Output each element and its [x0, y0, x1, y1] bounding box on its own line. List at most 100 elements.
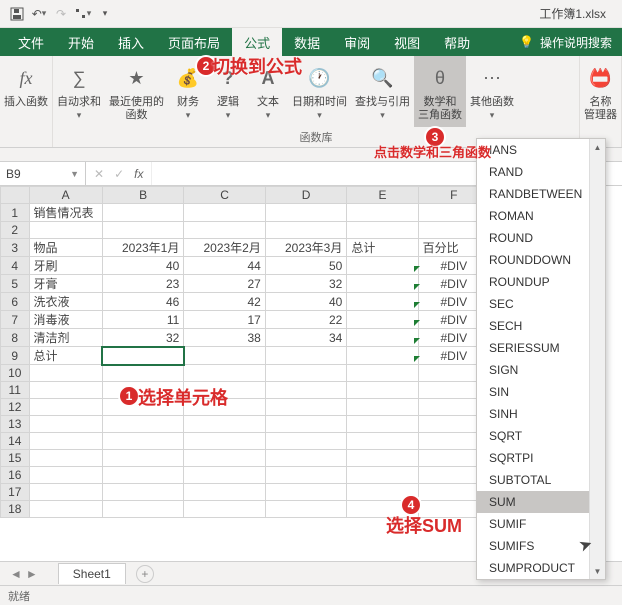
row-header[interactable]: 2: [1, 222, 30, 239]
cancel-icon[interactable]: ✕: [94, 167, 104, 181]
row-header[interactable]: 14: [1, 433, 30, 450]
row-header[interactable]: 6: [1, 293, 30, 311]
cell[interactable]: [347, 204, 418, 222]
cell[interactable]: 40: [265, 293, 347, 311]
cell[interactable]: [265, 365, 347, 382]
dropdown-scrollbar[interactable]: ▲ ▼: [589, 139, 605, 579]
sheet-tab[interactable]: Sheet1: [58, 563, 126, 584]
cell[interactable]: [184, 365, 266, 382]
cell[interactable]: [29, 433, 102, 450]
cell[interactable]: 消毒液: [29, 311, 102, 329]
dropdown-item-sin[interactable]: SIN: [477, 381, 605, 403]
row-header[interactable]: 9: [1, 347, 30, 365]
dropdown-item-rounddown[interactable]: ROUNDDOWN: [477, 249, 605, 271]
save-icon[interactable]: [6, 3, 28, 25]
cell[interactable]: [265, 204, 347, 222]
cell[interactable]: [184, 222, 266, 239]
cell[interactable]: [184, 484, 266, 501]
scroll-up-icon[interactable]: ▲: [590, 139, 605, 155]
cell[interactable]: [102, 204, 184, 222]
cell[interactable]: [347, 222, 418, 239]
cell[interactable]: [102, 433, 184, 450]
cell[interactable]: 2023年2月: [184, 239, 266, 257]
cell[interactable]: 17: [184, 311, 266, 329]
row-header[interactable]: 8: [1, 329, 30, 347]
cell[interactable]: [29, 484, 102, 501]
tab-review[interactable]: 审阅: [332, 28, 382, 56]
dropdown-item-randbetween[interactable]: RANDBETWEEN: [477, 183, 605, 205]
col-header-e[interactable]: E: [347, 187, 418, 204]
cell[interactable]: 50: [265, 257, 347, 275]
name-box[interactable]: B9▼: [0, 162, 86, 185]
cell[interactable]: 38: [184, 329, 266, 347]
cell[interactable]: 11: [102, 311, 184, 329]
row-header[interactable]: 13: [1, 416, 30, 433]
cell[interactable]: [347, 399, 418, 416]
undo-icon[interactable]: ↶▾: [28, 3, 50, 25]
row-header[interactable]: 1: [1, 204, 30, 222]
row-header[interactable]: 16: [1, 467, 30, 484]
sheet-prev-icon[interactable]: ◄: [10, 567, 22, 581]
cell[interactable]: [265, 382, 347, 399]
sheet-next-icon[interactable]: ►: [26, 567, 38, 581]
row-header[interactable]: 15: [1, 450, 30, 467]
cell[interactable]: [102, 484, 184, 501]
cell[interactable]: [265, 416, 347, 433]
cell[interactable]: 2023年1月: [102, 239, 184, 257]
tab-view[interactable]: 视图: [382, 28, 432, 56]
dropdown-item-sech[interactable]: SECH: [477, 315, 605, 337]
cell[interactable]: [347, 293, 418, 311]
cell[interactable]: [184, 416, 266, 433]
cell[interactable]: [347, 347, 418, 365]
cell[interactable]: [347, 365, 418, 382]
insert-function-button[interactable]: fx 插入函数: [0, 56, 52, 147]
add-sheet-button[interactable]: +: [136, 565, 154, 583]
recent-button[interactable]: ★最近使用的 函数: [105, 56, 168, 127]
select-all-corner[interactable]: [1, 187, 30, 204]
cell[interactable]: 40: [102, 257, 184, 275]
col-header-b[interactable]: B: [102, 187, 184, 204]
cell[interactable]: [102, 416, 184, 433]
tab-help[interactable]: 帮助: [432, 28, 482, 56]
cell[interactable]: [347, 433, 418, 450]
tab-insert[interactable]: 插入: [106, 28, 156, 56]
row-header[interactable]: 7: [1, 311, 30, 329]
cell[interactable]: 46: [102, 293, 184, 311]
dropdown-item-ians[interactable]: IANS: [477, 139, 605, 161]
row-header[interactable]: 4: [1, 257, 30, 275]
cell[interactable]: [29, 416, 102, 433]
cell[interactable]: [29, 382, 102, 399]
dropdown-item-sumif[interactable]: SUMIF: [477, 513, 605, 535]
dropdown-item-sign[interactable]: SIGN: [477, 359, 605, 381]
cell[interactable]: [102, 467, 184, 484]
cell[interactable]: [102, 222, 184, 239]
dropdown-item-sinh[interactable]: SINH: [477, 403, 605, 425]
row-header[interactable]: 17: [1, 484, 30, 501]
dropdown-item-rand[interactable]: RAND: [477, 161, 605, 183]
col-header-a[interactable]: A: [29, 187, 102, 204]
cell[interactable]: 牙刷: [29, 257, 102, 275]
cell[interactable]: [265, 347, 347, 365]
dropdown-item-seriessum[interactable]: SERIESSUM: [477, 337, 605, 359]
cell[interactable]: [265, 501, 347, 518]
cell[interactable]: [265, 450, 347, 467]
cell[interactable]: 总计: [29, 347, 102, 365]
lookup-button[interactable]: 🔍查找与引用▾: [351, 56, 414, 127]
dropdown-item-sqrt[interactable]: SQRT: [477, 425, 605, 447]
col-header-c[interactable]: C: [184, 187, 266, 204]
dropdown-item-sum[interactable]: SUM: [477, 491, 605, 513]
cell[interactable]: 44: [184, 257, 266, 275]
cell-selected[interactable]: [102, 347, 184, 365]
dropdown-item-sqrtpi[interactable]: SQRTPI: [477, 447, 605, 469]
cell[interactable]: 2023年3月: [265, 239, 347, 257]
cell[interactable]: [347, 257, 418, 275]
tab-file[interactable]: 文件: [6, 28, 56, 56]
dropdown-item-subtotal[interactable]: SUBTOTAL: [477, 469, 605, 491]
cell[interactable]: 牙膏: [29, 275, 102, 293]
qat-more-icon[interactable]: ▾: [94, 3, 116, 25]
sheet-nav[interactable]: ◄►: [10, 567, 38, 581]
cell[interactable]: [29, 222, 102, 239]
dropdown-item-roman[interactable]: ROMAN: [477, 205, 605, 227]
cell[interactable]: 清洁剂: [29, 329, 102, 347]
cell[interactable]: 23: [102, 275, 184, 293]
